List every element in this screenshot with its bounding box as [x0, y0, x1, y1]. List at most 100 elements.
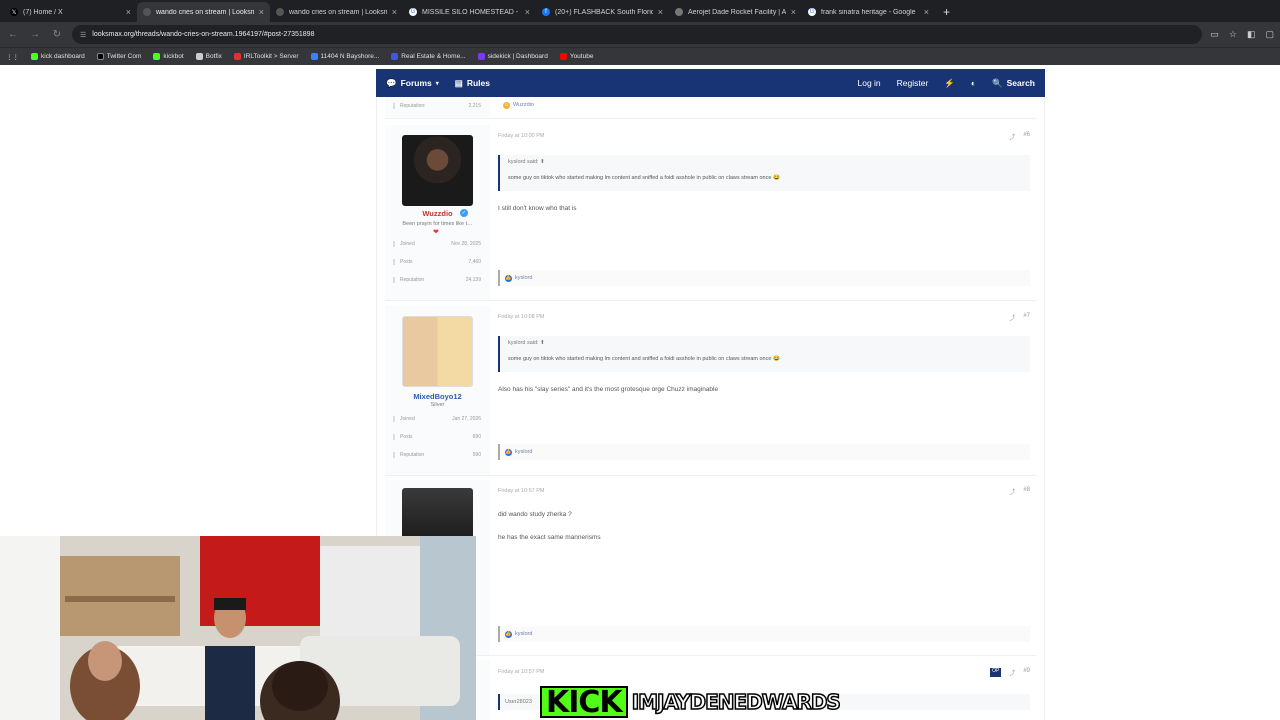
bookmarks-bar: ⋮⋮ kick dashboard Twitter Com kickbot Bo… [0, 47, 1280, 65]
post-date[interactable]: Friday at 10:57 PM [498, 669, 544, 675]
bookmark-kick-dashboard[interactable]: kick dashboard [31, 53, 85, 60]
share-icon[interactable]: ⤴ [1009, 313, 1015, 322]
post-number[interactable]: #8 [1023, 487, 1030, 496]
verified-icon: ✓ [460, 209, 468, 217]
close-icon[interactable]: × [924, 7, 929, 17]
theme-toggle-icon[interactable]: ◐ [971, 78, 976, 88]
reload-icon[interactable]: ↻ [50, 29, 64, 40]
quote-block: kyslord said: ⬆ some guy on tiktok who s… [498, 155, 1030, 191]
kick-logo: KICK [540, 685, 628, 720]
post: Wuzzdio ✓ Been prayin for times like t… … [385, 125, 1036, 301]
install-icon[interactable]: ▭ [1210, 29, 1219, 40]
close-icon[interactable]: × [392, 7, 397, 17]
tab-google-missile[interactable]: GMISSILE SILO HOMESTEAD - Google× [403, 2, 536, 22]
lightning-icon[interactable]: ⚡ [944, 78, 955, 89]
url-text: looksmax.org/threads/wando-cries-on-stre… [92, 31, 315, 38]
chevron-down-icon: ▾ [435, 80, 439, 87]
rules-icon: ▤ [454, 77, 463, 88]
reaction-bar: ☺ Wuzzdio [503, 101, 534, 109]
close-icon[interactable]: × [259, 7, 264, 17]
new-tab-button[interactable]: + [935, 2, 958, 22]
reaction-icon: ☺ [503, 101, 510, 109]
bookmark-bayshore[interactable]: 11404 N Bayshore... [310, 53, 379, 60]
post-text: I still don't know who that is [498, 205, 577, 212]
op-badge-icon: OP [990, 668, 1002, 677]
address-bar[interactable]: ☰ looksmax.org/threads/wando-cries-on-st… [72, 25, 1203, 44]
site-icon [675, 8, 683, 16]
quote-author[interactable]: kyslord said: [508, 159, 539, 165]
post-text: did wando study zherka ? [498, 511, 572, 518]
arrow-up-icon[interactable]: ⬆ [540, 159, 545, 165]
back-icon[interactable]: ← [6, 29, 20, 40]
avatar[interactable] [402, 135, 473, 206]
search-icon: 🔍 [992, 77, 1003, 88]
post-date[interactable]: Friday at 10:57 PM [498, 488, 544, 494]
share-icon[interactable]: ⤴ [1009, 132, 1015, 141]
webcam-overlay [0, 536, 476, 720]
user-sidebar: Wuzzdio ✓ Been prayin for times like t… … [385, 125, 490, 300]
diamond-icon [195, 53, 203, 60]
site-info-icon[interactable]: ☰ [80, 31, 86, 39]
tab-aerojet[interactable]: Aerojet Dade Rocket Facility | A × [669, 2, 802, 22]
sidekick-icon [477, 53, 485, 60]
bookmark-twitter[interactable]: Twitter Com [96, 53, 141, 60]
chat-icon: 💬 [386, 77, 397, 88]
post-number[interactable]: #7 [1023, 313, 1030, 322]
x-icon [96, 53, 104, 60]
bookmark-youtube[interactable]: Youtube [559, 53, 593, 60]
login-link[interactable]: Log in [857, 78, 880, 88]
post-number[interactable]: #9 [1023, 668, 1030, 677]
post-number[interactable]: #6 [1023, 132, 1030, 141]
laugh-emoji-icon: 😂 [772, 175, 780, 181]
bookmark-sidekick[interactable]: sidekick | Dashboard [477, 53, 548, 60]
search-button[interactable]: 🔍 Search [992, 78, 1035, 89]
post: MixedBoyo12 Silver Joined Jan 27, 2026 Po… [385, 306, 1036, 476]
share-icon[interactable]: ⤴ [1009, 668, 1015, 677]
bookmark-star-icon[interactable]: ☆ [1229, 29, 1237, 40]
close-icon[interactable]: × [658, 7, 663, 17]
arrow-up-icon[interactable]: ⬆ [540, 340, 545, 346]
laugh-emoji-icon: 😂 [772, 356, 780, 362]
reaction-bar: 👍 kyslord [498, 270, 1030, 286]
profile-icon[interactable]: ▢ [1265, 29, 1274, 40]
quote-author[interactable]: kyslord said: [508, 340, 539, 346]
tab-google-sinatra[interactable]: Gfrank sinatra heritage - Google × [802, 2, 935, 22]
bookmark-botfix[interactable]: Botfix [195, 53, 222, 60]
tab-looksmax-active[interactable]: wando cries on stream | Looksmax.org× [137, 2, 270, 22]
user-title: Been prayin for times like t… [402, 221, 473, 227]
close-icon[interactable]: × [126, 7, 131, 17]
address-toolbar: ← → ↻ ☰ looksmax.org/threads/wando-cries… [0, 22, 1280, 47]
kick-icon [153, 53, 161, 60]
post: Friday at 10:57 PM ⤴ #8 did wando study z… [385, 480, 1036, 656]
bookmark-real-estate[interactable]: Real Estate & Home... [391, 53, 466, 60]
google-icon: G [409, 8, 417, 16]
reaction-bar: 👍 kyslord [498, 626, 1030, 642]
bookmark-irltoolkit[interactable]: IRLToolkit > Server [233, 53, 299, 60]
tab-facebook[interactable]: f (20+) FLASHBACK South Florida × [536, 2, 669, 22]
user-sidebar: MixedBoyo12 Silver Joined Jan 27, 2026 Po… [385, 306, 490, 475]
extension-icon[interactable]: ◧ [1247, 29, 1256, 40]
register-link[interactable]: Register [897, 78, 929, 88]
forward-icon[interactable]: → [28, 29, 42, 40]
avatar[interactable] [402, 316, 473, 387]
kick-icon [31, 53, 38, 60]
quote-author[interactable]: User28023 [505, 699, 532, 705]
post-date[interactable]: Friday at 10:08 PM [498, 314, 544, 320]
bookmark-kickbot[interactable]: kickbot [153, 53, 184, 60]
zillow-icon [391, 53, 399, 60]
nav-rules[interactable]: ▤ Rules [455, 78, 490, 89]
post-date[interactable]: Friday at 10:00 PM [498, 133, 544, 139]
apps-icon[interactable]: ⋮⋮ [6, 53, 19, 61]
close-icon[interactable]: × [525, 7, 530, 17]
forum-navbar: 💬 Forums ▾ ▤ Rules Log in Register ⚡ ◐ 🔍 Sea… [376, 69, 1045, 97]
heart-icon: ❤ [433, 229, 439, 236]
nav-forums[interactable]: 💬 Forums ▾ [386, 78, 439, 89]
quote-text: some guy on tiktok who started making lm… [508, 356, 772, 362]
username[interactable]: Wuzzdio [385, 209, 490, 218]
close-icon[interactable]: × [791, 7, 796, 17]
tab-x-home[interactable]: 𝕏 (7) Home / X × [4, 2, 137, 22]
site-icon [276, 8, 284, 16]
username[interactable]: MixedBoyo12 [385, 392, 490, 401]
share-icon[interactable]: ⤴ [1009, 487, 1015, 496]
tab-looksmax[interactable]: wando cries on stream | Looksmax × [270, 2, 403, 22]
